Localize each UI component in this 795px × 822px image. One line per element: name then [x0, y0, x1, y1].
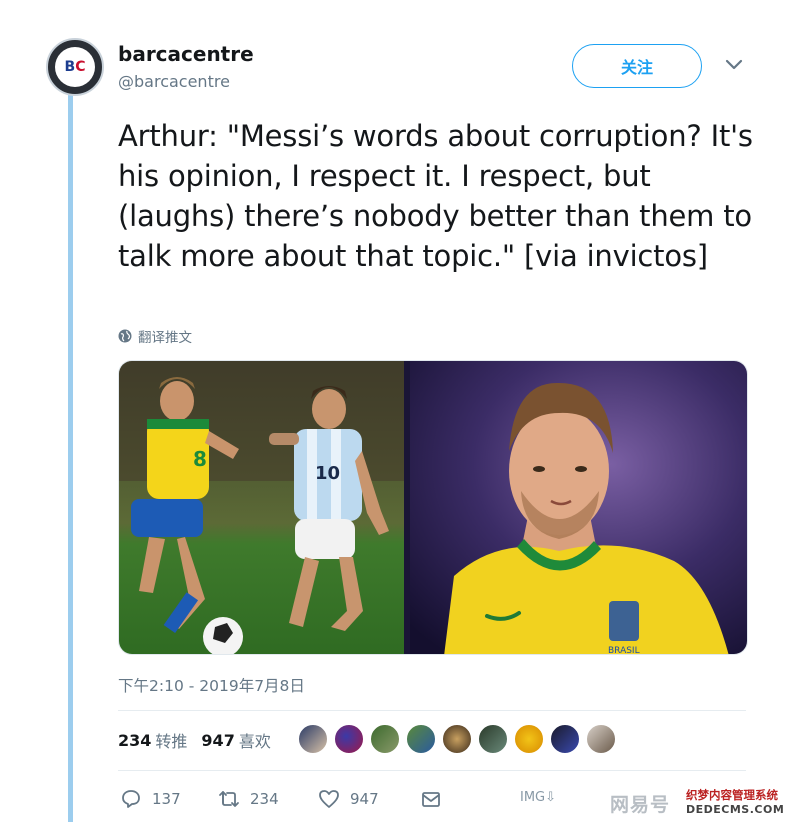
tweet-text: Arthur: "Messi’s words about corruption?… — [118, 119, 753, 273]
liker-avatar[interactable] — [370, 724, 400, 754]
liker-avatar[interactable] — [442, 724, 472, 754]
divider-bottom — [118, 770, 746, 771]
like-button[interactable]: 947 — [318, 788, 379, 810]
divider-top — [118, 710, 746, 711]
liker-avatar[interactable] — [586, 724, 616, 754]
dedecms-watermark: 织梦内容管理系统 DEDECMS.COM — [686, 787, 786, 817]
reply-button[interactable]: 137 — [120, 788, 181, 810]
thread-connector-line — [68, 92, 73, 822]
reply-count: 137 — [152, 790, 181, 808]
brasil-badge-text: BRASIL — [608, 646, 640, 655]
retweet-button[interactable]: 234 — [218, 788, 279, 810]
image-download-badge[interactable]: IMG⇩ — [520, 790, 556, 805]
retweets-label[interactable]: 转推 — [155, 728, 187, 752]
likes-count[interactable]: 947 — [201, 731, 234, 750]
svg-text:10: 10 — [315, 463, 340, 484]
globe-icon — [118, 329, 132, 343]
avatar[interactable]: BC — [46, 38, 104, 96]
arthur-messi-photo-collage: 8 10 BRASIL — [119, 361, 747, 655]
netease-watermark: 网易号 — [610, 794, 671, 816]
dedecms-watermark-title: 织梦内容管理系统 — [686, 788, 778, 802]
translate-tweet-link[interactable]: 翻译推文 — [118, 326, 192, 346]
user-handle[interactable]: @barcacentre — [118, 72, 230, 91]
heart-icon — [319, 790, 339, 808]
reply-icon — [122, 790, 140, 808]
liker-avatar[interactable] — [514, 724, 544, 754]
follow-button[interactable]: 关注 — [572, 44, 702, 88]
tweet-media-image[interactable]: 8 10 BRASIL — [118, 360, 748, 655]
envelope-icon — [422, 792, 440, 807]
tweet-timestamp[interactable]: 下午2:10 - 2019年7月8日 — [118, 674, 305, 696]
left-shirt-number: 8 — [193, 447, 207, 471]
translate-label[interactable]: 翻译推文 — [138, 326, 192, 346]
likes-label[interactable]: 喜欢 — [239, 728, 271, 752]
liker-avatar[interactable] — [550, 724, 580, 754]
liker-avatar[interactable] — [334, 724, 364, 754]
retweet-icon — [219, 791, 239, 807]
display-name[interactable]: barcacentre — [118, 42, 254, 66]
liker-avatars — [298, 724, 616, 754]
liker-avatar[interactable] — [478, 724, 508, 754]
dedecms-watermark-domain: DEDECMS.COM — [686, 803, 785, 816]
retweets-count[interactable]: 234 — [118, 731, 151, 750]
retweet-count: 234 — [250, 790, 279, 808]
like-count: 947 — [350, 790, 379, 808]
engagement-stats: 234 转推 947 喜欢 — [118, 728, 285, 752]
liker-avatar[interactable] — [298, 724, 328, 754]
liker-avatar[interactable] — [406, 724, 436, 754]
direct-message-button[interactable] — [420, 788, 442, 810]
chevron-down-icon[interactable] — [724, 58, 744, 72]
barcacentre-logo: BC — [55, 47, 95, 87]
